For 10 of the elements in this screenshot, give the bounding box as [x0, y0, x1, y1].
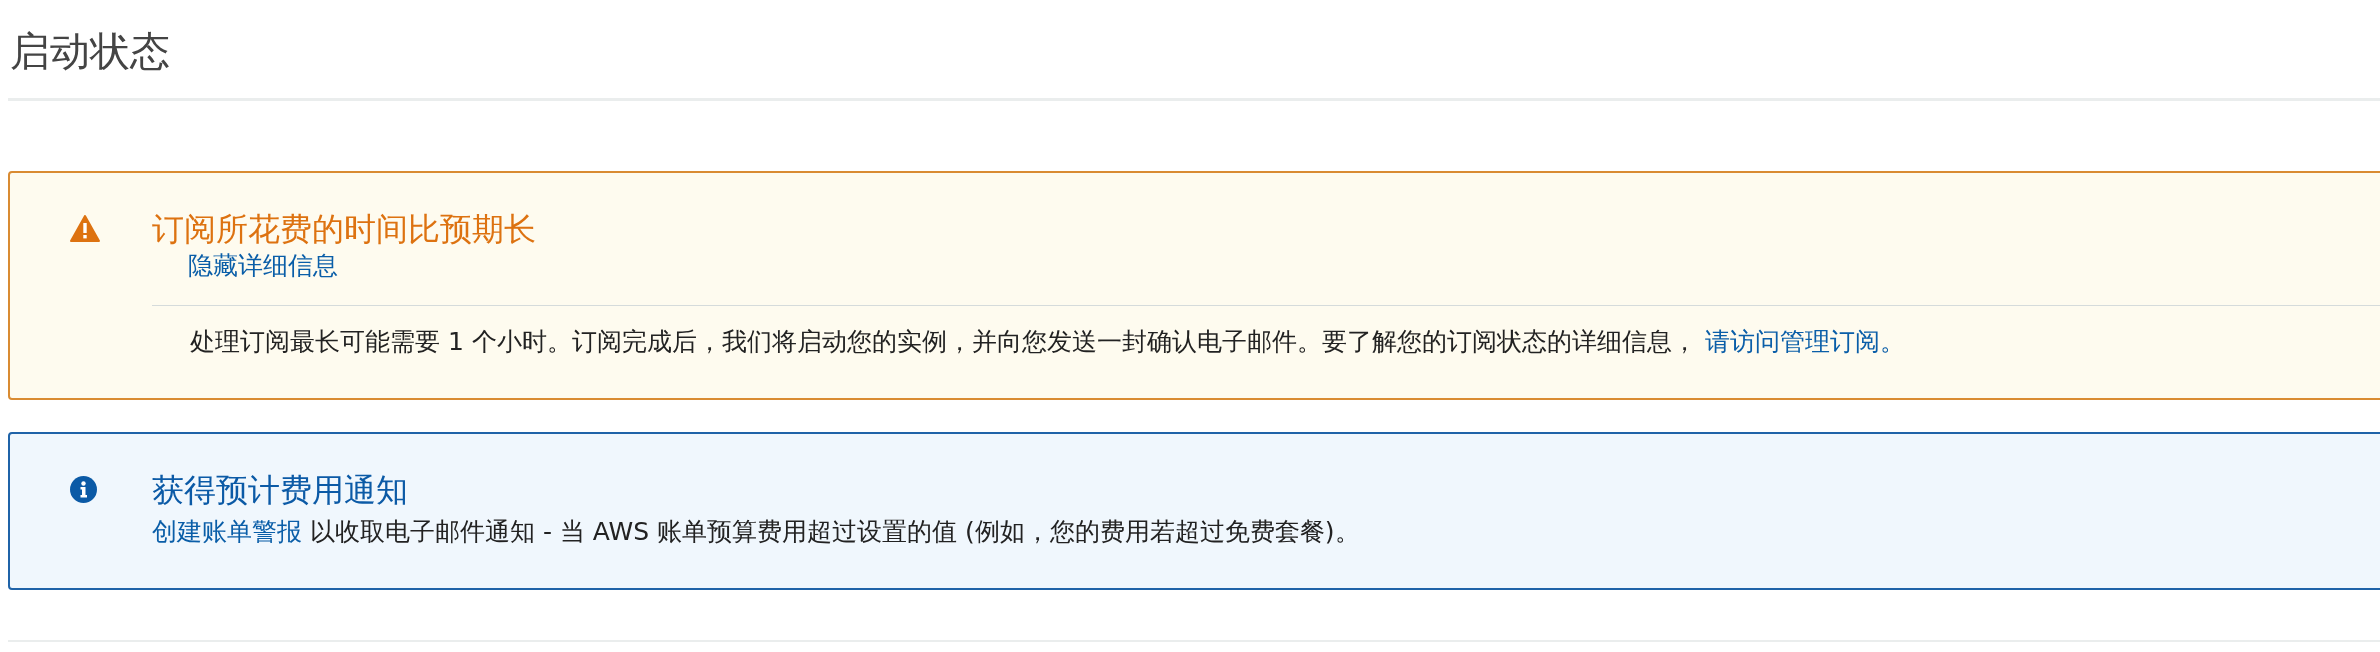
info-icon	[70, 476, 97, 503]
toggle-details-link[interactable]: 隐藏详细信息	[188, 249, 338, 283]
page-title: 启动状态	[8, 0, 2380, 101]
manage-subscriptions-link[interactable]: 请访问管理订阅。	[1704, 327, 1905, 356]
notification-text: 创建账单警报 以收取电子邮件通知 - 当 AWS 账单预算费用超过设置的值 (例如，您的费用若超过免费套餐)。	[152, 516, 1361, 548]
alert-title: 订阅所花费的时间比预期长	[152, 209, 537, 249]
details-text: 处理订阅最长可能需要 1 个小时。订阅完成后，我们将启动您的实例，并向您发送一封确认电子邮件。要了解您的订阅状态的详细信息， 请访问管理订阅。	[190, 326, 1906, 358]
warning-icon	[70, 215, 100, 242]
create-billing-alarm-link[interactable]: 创建账单警报	[152, 517, 302, 546]
alert-title: 获得预计费用通知	[152, 470, 409, 510]
